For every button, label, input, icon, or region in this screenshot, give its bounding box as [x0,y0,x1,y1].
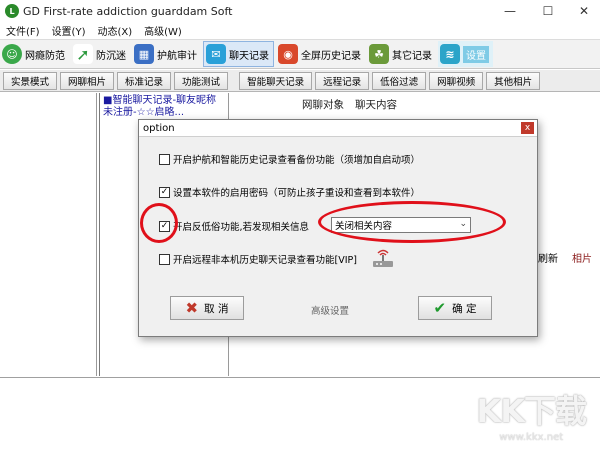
column-chat-target: 网聊对象 [302,99,344,111]
menu-advanced[interactable]: 高级(W) [144,23,182,38]
vulgar-action-select[interactable]: 关闭相关内容 ⌄ [331,217,471,233]
column-chat-content: 聊天内容 [355,99,397,111]
toolbar-other-records[interactable]: ☘ 其它记录 [367,41,436,67]
checkbox-checked[interactable]: ✓ [159,186,170,198]
option-label: 开启反低俗功能,若发现相关信息 [173,222,310,233]
toolbar-label: 全屏历史记录 [301,50,361,62]
option-guard-backup[interactable]: 开启护航和智能历史记录查看备份功能（须增加自启动项） [159,152,420,166]
select-value: 关闭相关内容 [335,221,393,232]
left-tree-panel[interactable] [0,93,97,376]
menu-file[interactable]: 文件(F) [6,23,40,38]
option-remote-history[interactable]: 开启远程非本机历史聊天记录查看功能[VIP] [159,252,357,266]
tab-chat-photos[interactable]: 网聊相片 [60,71,115,90]
toolbar-label: 护航审计 [157,50,197,62]
photos-button[interactable]: 相片 [572,250,592,265]
menu-bar: 文件(F) 设置(Y) 动态(X) 高级(W) [0,22,600,38]
chat-icon: ✉ [206,44,226,64]
toolbar-audit[interactable]: ▦ 护航审计 [132,41,201,67]
option-label: 设置本软件的启用密码（可防止孩子重设和查看到本软件） [173,188,421,199]
tab-other-photos[interactable]: 其他相片 [486,71,541,90]
watermark-url: www.kkx.net [499,432,564,443]
option-anti-vulgar[interactable]: ✓ 开启反低俗功能,若发现相关信息 [159,219,309,233]
arrow-icon: ➚ [73,44,93,64]
toolbar-anti-addiction[interactable]: ➚ 防沉迷 [71,41,130,67]
audit-icon: ▦ [134,44,154,64]
toolbar-settings[interactable]: ≋ 设置 [438,41,493,67]
dialog-title: option [143,122,175,134]
checkbox-checked[interactable]: ✓ [159,220,170,232]
maximize-button[interactable]: ☐ [530,0,566,22]
toolbar-chat-records[interactable]: ✉ 聊天记录 [203,41,274,67]
watermark-text: KK下载 [476,392,587,430]
toolbar-label: 其它记录 [392,50,432,62]
toolbar-fullscreen-history[interactable]: ◉ 全屏历史记录 [276,41,365,67]
cross-icon: ✖ [185,299,199,317]
refresh-button[interactable]: 刷新 [538,250,558,265]
tab-remote-records[interactable]: 远程记录 [315,71,370,90]
menu-dynamic[interactable]: 动态(X) [97,23,132,38]
toolbar-label: 聊天记录 [229,50,269,62]
cancel-label: 取 消 [204,302,229,315]
option-dialog: option x 开启护航和智能历史记录查看备份功能（须增加自启动项） ✓ 设置… [138,119,538,337]
option-startup-password[interactable]: ✓ 设置本软件的启用密码（可防止孩子重设和查看到本软件） [159,185,420,199]
app-logo-icon: L [5,4,19,18]
history-icon: ◉ [278,44,298,64]
list-item[interactable]: 未注册-☆☆启略... [103,107,225,119]
advanced-settings-link[interactable]: 高级设置 [311,303,349,317]
router-icon [373,249,393,267]
toolbar-addiction-prevention[interactable]: ☺ 网瘾防范 [0,41,69,67]
close-button[interactable]: ✕ [566,0,600,22]
window-title: GD First-rate addiction guarddam Soft [23,4,233,18]
cancel-button[interactable]: ✖ 取 消 [170,296,244,320]
menu-settings[interactable]: 设置(Y) [52,23,86,38]
ok-button[interactable]: ✔ 确 定 [418,296,492,320]
dialog-close-button[interactable]: x [521,122,534,134]
checkbox[interactable] [159,253,170,265]
tab-standard-records[interactable]: 标准记录 [117,71,172,90]
list-item[interactable]: ■智能聊天记录-聊友昵称 [103,95,225,107]
ok-label: 确 定 [452,302,477,315]
toolbar-label: 网瘾防范 [25,50,65,62]
tab-vulgar-filter[interactable]: 低俗过滤 [372,71,427,90]
face-icon: ☺ [2,44,22,64]
checkbox[interactable] [159,153,170,165]
function-tab-bar: 实景模式 网聊相片 标准记录 功能测试 智能聊天记录 远程记录 低俗过滤 网聊视… [0,70,600,92]
option-label: 开启护航和智能历史记录查看备份功能（须增加自启动项） [173,155,421,166]
wifi-icon: ≋ [440,44,460,64]
records-icon: ☘ [369,44,389,64]
checkmark-icon: ✔ [433,299,447,317]
minimize-button[interactable]: — [492,0,528,22]
chevron-down-icon: ⌄ [459,219,467,229]
option-label: 开启远程非本机历史聊天记录查看功能[VIP] [173,255,357,266]
watermark-logo: KK下载 www.kkx.net [476,386,587,443]
toolbar-label: 设置 [463,45,489,63]
tab-smart-chat-records[interactable]: 智能聊天记录 [239,71,313,90]
main-toolbar: ☺ 网瘾防范 ➚ 防沉迷 ▦ 护航审计 ✉ 聊天记录 ◉ 全屏历史记录 ☘ 其它… [0,39,600,69]
tab-live-mode[interactable]: 实景模式 [3,71,58,90]
toolbar-label: 防沉迷 [96,50,126,62]
title-bar: L GD First-rate addiction guarddam Soft … [0,0,600,22]
tab-function-test[interactable]: 功能测试 [174,71,229,90]
tab-chat-video[interactable]: 网聊视频 [429,71,484,90]
dialog-title-bar: option x [139,120,537,137]
